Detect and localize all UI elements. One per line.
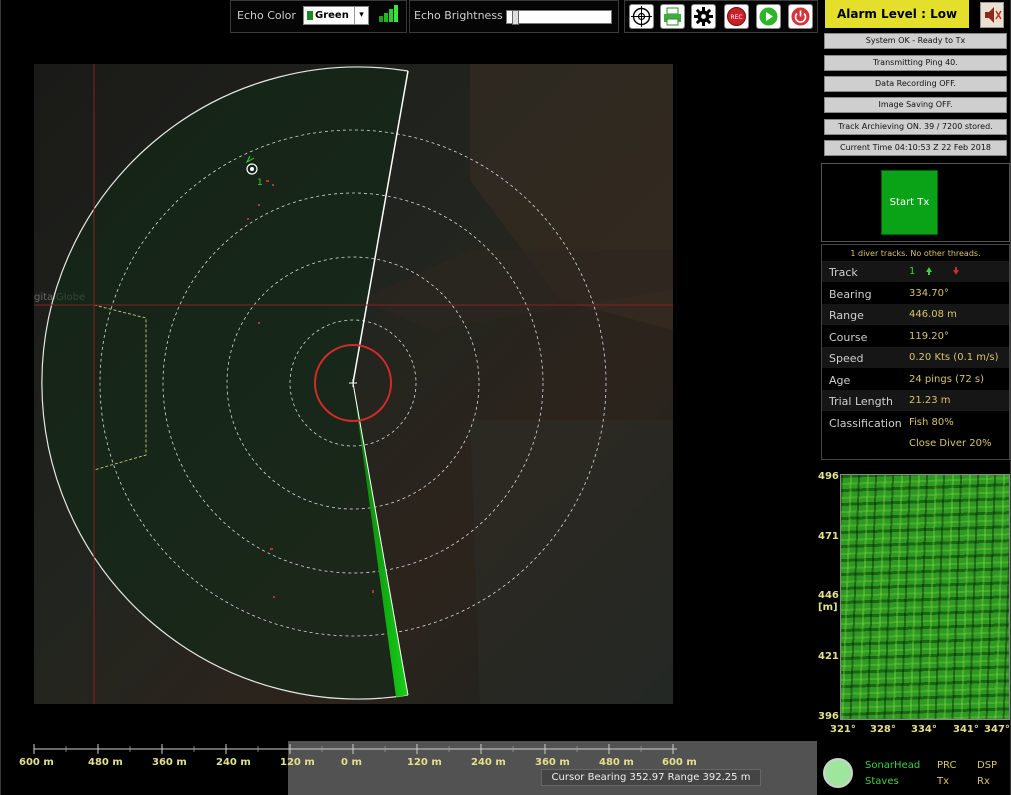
range-scale-label: 240 m	[471, 757, 506, 768]
info-key: Range	[829, 309, 864, 322]
info-row-classification-2: Close Diver 20%	[822, 433, 1009, 454]
range-scale-label: 480 m	[599, 757, 634, 768]
waterfall-x-tick: 334°	[911, 724, 937, 735]
status-system[interactable]: System OK - Ready to Tx	[824, 33, 1007, 49]
info-row-track: Track 1	[822, 261, 1009, 282]
info-value: Close Diver 20%	[909, 438, 992, 449]
info-row-classification: Classification Fish 80%	[822, 412, 1009, 433]
range-scale-label: 360 m	[535, 757, 570, 768]
speaker-muted-icon	[985, 7, 1002, 23]
waterfall-y-unit: [m]	[818, 602, 838, 613]
info-key: Trial Length	[829, 395, 893, 408]
hw-rx: Rx	[977, 776, 990, 787]
range-scale-label: 240 m	[216, 757, 251, 768]
waterfall-display[interactable]	[840, 474, 1010, 720]
cursor-readout: Cursor Bearing 352.97 Range 392.25 m	[541, 769, 761, 786]
status-image-saving[interactable]: Image Saving OFF.	[824, 97, 1007, 113]
status-transmitting[interactable]: Transmitting Ping 40.	[824, 55, 1007, 71]
range-scale-label: 600 m	[662, 757, 697, 768]
status-track-archiving[interactable]: Track Archieving ON. 39 / 7200 stored.	[824, 119, 1007, 135]
hw-staves: Staves	[865, 776, 899, 787]
info-row-range: Range 446.08 m	[822, 304, 1009, 325]
info-key: Classification	[829, 417, 902, 430]
track-info-panel: 1 diver tracks. No other threads. Track …	[821, 244, 1010, 460]
info-key: Age	[829, 374, 851, 387]
waterfall-x-tick: 321°	[830, 724, 856, 735]
info-value: 334.70°	[909, 288, 949, 299]
info-key: Bearing	[829, 288, 872, 301]
waterfall-y-tick: 421	[818, 651, 839, 662]
waterfall-y-tick: 396	[818, 711, 839, 722]
status-data-recording[interactable]: Data Recording OFF.	[824, 76, 1007, 92]
waterfall-x-tick: 347°	[984, 724, 1010, 735]
arrow-up-icon[interactable]	[925, 266, 933, 276]
hw-sonarhead: SonarHead	[865, 760, 921, 771]
hw-dsp: DSP	[977, 760, 998, 771]
land-area-south	[470, 420, 673, 704]
info-value: 21.23 m	[909, 395, 951, 406]
arrow-down-icon[interactable]	[952, 266, 960, 276]
waterfall-y-tick: 496	[818, 471, 839, 482]
hw-prc: PRC	[937, 760, 957, 771]
range-scale-label: 360 m	[152, 757, 187, 768]
range-scale-label: 480 m	[88, 757, 123, 768]
status-led-icon	[823, 758, 853, 788]
waterfall-x-tick: 328°	[870, 724, 896, 735]
start-tx-panel: Start Tx	[821, 163, 1010, 242]
info-key: Speed	[829, 352, 864, 365]
range-scale-label: 0 m	[341, 757, 362, 768]
range-scale-label: 120 m	[280, 757, 315, 768]
info-row-age: Age 24 pings (72 s)	[822, 369, 1009, 390]
info-key: Course	[829, 331, 868, 344]
info-row-speed: Speed 0.20 Kts (0.1 m/s)	[822, 347, 1009, 368]
waterfall-y-tick: 446	[818, 590, 839, 601]
hw-tx: Tx	[937, 776, 950, 787]
info-key: Track	[829, 266, 858, 279]
track-number: 1	[909, 266, 916, 277]
target-marker-center	[250, 167, 254, 171]
info-value: 119.20°	[909, 331, 949, 342]
waterfall-y-tick: 471	[818, 531, 839, 542]
track-id-label: 1	[257, 178, 263, 188]
info-value: Fish 80%	[909, 417, 954, 428]
status-current-time: Current Time 04:10:53 Z 22 Feb 2018	[824, 140, 1007, 156]
start-tx-button[interactable]: Start Tx	[881, 170, 938, 235]
alarm-level-indicator[interactable]: Alarm Level : Low	[825, 0, 969, 28]
track-summary: 1 diver tracks. No other threads.	[850, 249, 981, 258]
info-value: 0.20 Kts (0.1 m/s)	[909, 352, 999, 363]
info-value: 24 pings (72 s)	[909, 374, 985, 385]
range-scale-label: 120 m	[407, 757, 442, 768]
info-value: 446.08 m	[909, 309, 957, 320]
mute-button[interactable]	[980, 2, 1004, 28]
info-row-bearing: Bearing 334.70°	[822, 283, 1009, 304]
info-row-trial-length: Trial Length 21.23 m	[822, 390, 1009, 411]
info-row-course: Course 119.20°	[822, 326, 1009, 347]
range-scale-label: 600 m	[19, 757, 54, 768]
waterfall-x-tick: 341°	[953, 724, 979, 735]
